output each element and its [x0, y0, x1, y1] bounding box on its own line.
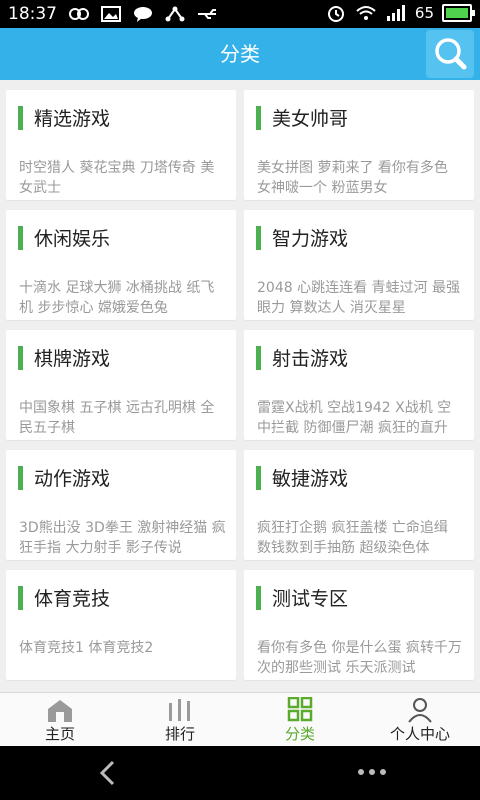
tab-home[interactable]: 主页 [0, 693, 120, 747]
bottom-tab-bar: 主页 排行 分类 个人中心 [0, 692, 480, 747]
category-title: 测试专区 [272, 588, 349, 610]
category-title: 敏捷游戏 [272, 468, 349, 490]
category-title: 精选游戏 [34, 108, 111, 130]
category-desc: 3D熊出没 3D拳王 激射神经猫 疯狂手指 大力射手 影子传说 [19, 520, 226, 556]
category-grid: 精选游戏 时空猎人 葵花宝典 刀塔传奇 美女武士 美女帅哥 美女拼图 萝莉来了 … [0, 80, 480, 692]
category-desc: 美女拼图 萝莉来了 看你有多色 女神啵一个 粉蓝男女 [257, 160, 448, 196]
chat-icon [134, 7, 152, 22]
category-desc: 2048 心跳连连看 青蛙过河 最强眼力 算数达人 消灭星星 [257, 280, 460, 316]
category-card[interactable]: 测试专区 看你有多色 你是什么蛋 疯转千万次的那些测试 乐天派测试 [244, 570, 474, 680]
battery-level: 65 [414, 4, 434, 22]
accent-bar [18, 106, 23, 130]
tab-ranking[interactable]: 排行 [120, 693, 240, 747]
category-title: 动作游戏 [34, 468, 111, 490]
accent-bar [256, 466, 261, 490]
category-title: 智力游戏 [272, 228, 349, 250]
battery-icon [442, 4, 475, 22]
status-bar: 18:37 65 [0, 0, 480, 28]
category-desc: 十滴水 足球大狮 冰桶挑战 纸飞机 步步惊心 嫦娥爱色兔 [19, 280, 215, 316]
category-icon [287, 697, 313, 722]
wifi-icon [356, 6, 376, 20]
accent-bar [256, 106, 261, 130]
page-title: 分类 [220, 42, 260, 66]
share-icon [165, 6, 185, 22]
category-card[interactable]: 智力游戏 2048 心跳连连看 青蛙过河 最强眼力 算数达人 消灭星星 [244, 210, 474, 320]
category-desc: 中国象棋 五子棋 远古孔明棋 全民五子棋 [19, 400, 215, 436]
category-title: 体育竞技 [34, 588, 111, 610]
tab-label: 主页 [44, 725, 75, 743]
more-icon[interactable] [356, 766, 388, 778]
category-desc: 疯狂打企鹅 疯狂盖楼 亡命追缉 数钱数到手抽筋 超级染色体 [257, 520, 448, 556]
search-icon [435, 38, 467, 70]
category-card[interactable]: 体育竞技 体育竞技1 体育竞技2 [6, 570, 236, 680]
accent-bar [18, 226, 23, 250]
category-card[interactable]: 动作游戏 3D熊出没 3D拳王 激射神经猫 疯狂手指 大力射手 影子传说 [6, 450, 236, 560]
category-card[interactable]: 射击游戏 雷霆X战机 空战1942 X战机 空中拦截 防御僵尸潮 疯狂的直升 [244, 330, 474, 440]
ranking-icon [169, 699, 190, 721]
category-title: 美女帅哥 [272, 108, 349, 130]
category-card[interactable]: 美女帅哥 美女拼图 萝莉来了 看你有多色 女神啵一个 粉蓝男女 [244, 90, 474, 200]
accent-bar [256, 346, 261, 370]
accent-bar [256, 586, 261, 610]
category-title: 射击游戏 [272, 348, 349, 370]
infinity-icon [69, 8, 89, 20]
category-desc: 时空猎人 葵花宝典 刀塔传奇 美女武士 [19, 160, 215, 196]
category-title: 棋牌游戏 [34, 348, 111, 370]
tab-label: 个人中心 [389, 725, 450, 743]
image-icon [101, 6, 121, 22]
category-card[interactable]: 休闲娱乐 十滴水 足球大狮 冰桶挑战 纸飞机 步步惊心 嫦娥爱色兔 [6, 210, 236, 320]
tab-label: 排行 [164, 725, 195, 743]
tab-profile[interactable]: 个人中心 [360, 693, 480, 747]
system-nav-bar [0, 746, 480, 800]
category-desc: 看你有多色 你是什么蛋 疯转千万次的那些测试 乐天派测试 [257, 640, 462, 676]
accent-bar [256, 226, 261, 250]
category-desc: 雷霆X战机 空战1942 X战机 空中拦截 防御僵尸潮 疯狂的直升 [257, 400, 452, 436]
home-icon [48, 700, 72, 722]
usb-icon [198, 9, 216, 19]
back-icon[interactable] [96, 760, 120, 786]
system-icons: 65 [325, 4, 475, 22]
accent-bar [18, 586, 23, 610]
category-card[interactable]: 精选游戏 时空猎人 葵花宝典 刀塔传奇 美女武士 [6, 90, 236, 200]
notification-icons [68, 5, 218, 23]
status-time: 18:37 [8, 4, 57, 24]
category-card[interactable]: 敏捷游戏 疯狂打企鹅 疯狂盖楼 亡命追缉 数钱数到手抽筋 超级染色体 [244, 450, 474, 560]
category-desc: 体育竞技1 体育竞技2 [19, 640, 154, 656]
tab-label: 分类 [284, 725, 315, 743]
tab-category[interactable]: 分类 [240, 693, 360, 747]
person-icon [408, 698, 432, 723]
alarm-icon [327, 6, 344, 22]
accent-bar [18, 466, 23, 490]
category-title: 休闲娱乐 [34, 228, 111, 250]
signal-icon [386, 5, 405, 21]
app-header: 分类 [0, 28, 480, 80]
search-button[interactable] [426, 30, 474, 78]
accent-bar [18, 346, 23, 370]
category-card[interactable]: 棋牌游戏 中国象棋 五子棋 远古孔明棋 全民五子棋 [6, 330, 236, 440]
